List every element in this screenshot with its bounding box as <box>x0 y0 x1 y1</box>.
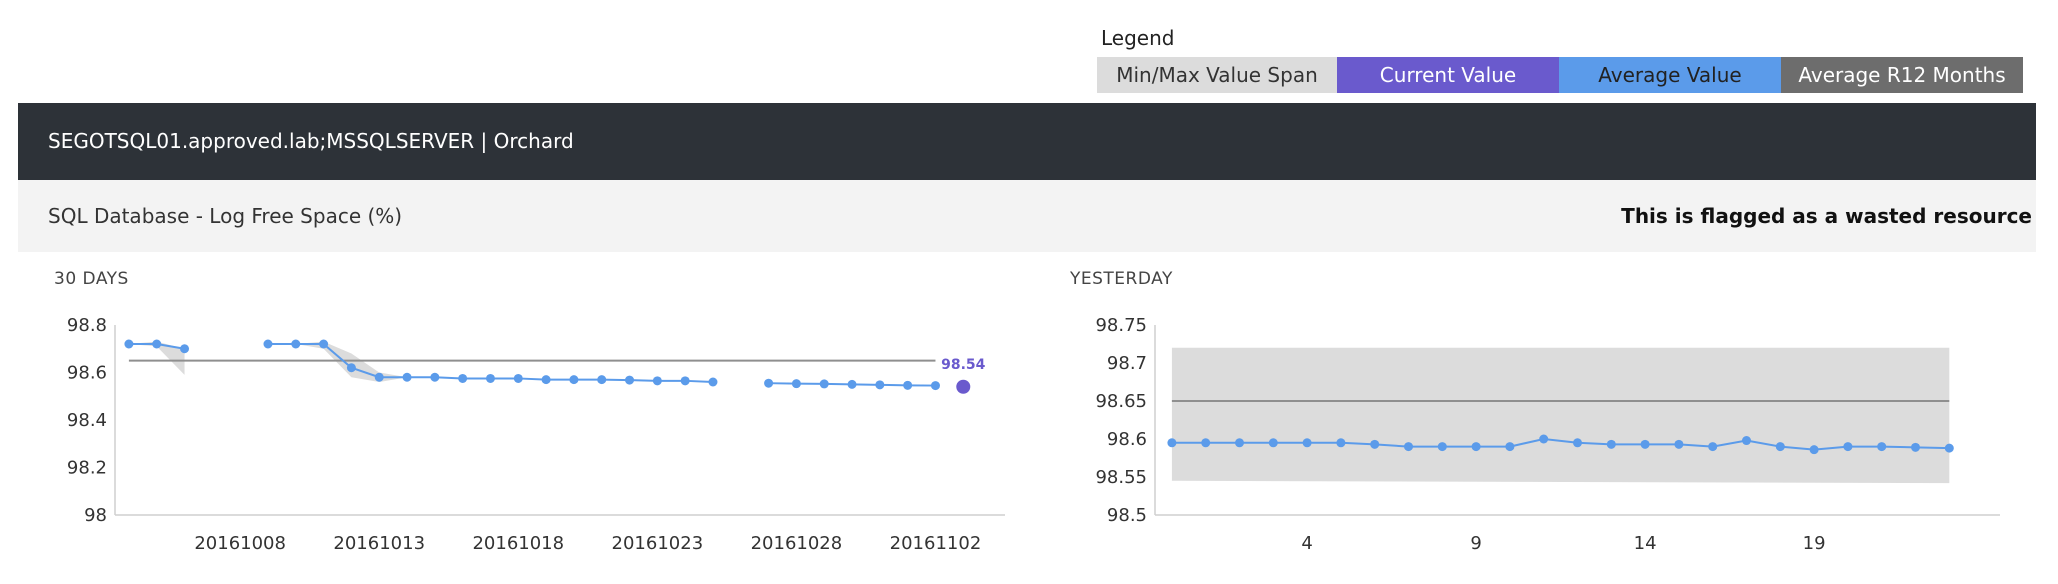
average-data-point <box>1539 434 1549 444</box>
current-value-point <box>956 379 971 394</box>
average-data-point <box>1235 438 1244 448</box>
average-data-point <box>485 373 495 383</box>
average-data-point <box>930 381 940 391</box>
legend-item-average-value: Average Value <box>1559 57 1781 93</box>
average-data-point <box>152 339 162 349</box>
average-data-point <box>1640 439 1650 449</box>
average-data-point <box>1775 442 1785 452</box>
x-tick-label: 20161028 <box>751 533 843 554</box>
y-tick-label: 98 <box>84 505 107 526</box>
average-data-point <box>625 375 635 385</box>
average-data-point <box>319 339 329 349</box>
x-tick-label: 20161008 <box>194 533 286 554</box>
legend-item-min-max-span: Min/Max Value Span <box>1097 57 1337 93</box>
server-header: SEGOTSQL01.approved.lab;MSSQLSERVER | Or… <box>18 103 2036 180</box>
y-tick-label: 98.4 <box>67 410 107 431</box>
average-data-point <box>430 372 440 382</box>
average-data-point <box>1742 436 1751 446</box>
y-tick-label: 98.6 <box>1107 429 1147 450</box>
x-tick-label: 19 <box>1803 533 1826 554</box>
metric-header: SQL Database - Log Free Space (%) This i… <box>18 180 2036 252</box>
legend-item-average-r12-months: Average R12 Months <box>1781 57 2023 93</box>
average-data-point <box>1809 445 1819 455</box>
y-tick-label: 98.6 <box>67 363 107 384</box>
average-data-point <box>903 380 913 390</box>
min-max-span-band <box>1171 347 1950 484</box>
current-value-label: 98.54 <box>941 357 986 373</box>
average-data-point <box>1877 442 1887 452</box>
x-tick-label: 4 <box>1301 533 1312 554</box>
average-data-point <box>569 375 579 385</box>
average-data-point <box>1370 439 1380 449</box>
y-tick-label: 98.5 <box>1107 505 1147 526</box>
y-tick-label: 98.55 <box>1095 467 1147 488</box>
average-data-point <box>652 376 662 386</box>
average-data-point <box>1606 439 1616 449</box>
average-data-point <box>1437 442 1447 452</box>
average-data-point <box>1167 438 1177 448</box>
x-tick-label: 20161023 <box>612 533 704 554</box>
average-data-point <box>263 339 273 349</box>
average-data-point <box>402 372 412 382</box>
chart-30-days: 98 98.2 98.4 98.6 98.8 20161008 20161013 201610… <box>67 315 1005 554</box>
average-data-point <box>1302 438 1312 448</box>
chart-yesterday: 98.5 98.55 98.6 98.65 98.7 98.75 4 9 14 19 <box>1095 315 2000 554</box>
wasted-resource-flag: This is flagged as a wasted resource <box>1621 204 2032 228</box>
x-tick-label: 9 <box>1470 533 1481 554</box>
legend-title: Legend <box>1101 26 1175 50</box>
x-tick-label: 20161018 <box>472 533 564 554</box>
average-data-point <box>1573 438 1582 448</box>
average-data-point <box>1201 438 1211 448</box>
min-max-span-band <box>267 341 408 382</box>
y-tick-label: 98.75 <box>1095 315 1147 336</box>
average-data-point <box>875 380 885 390</box>
average-data-point <box>1471 442 1481 452</box>
average-data-point <box>597 375 607 385</box>
average-data-point <box>291 339 301 349</box>
average-data-point <box>541 375 551 385</box>
period-label-yesterday: YESTERDAY <box>1070 269 1173 289</box>
x-tick-label: 14 <box>1634 533 1657 554</box>
legend: Min/Max Value Span Current Value Average… <box>1097 57 2023 93</box>
average-data-point <box>1674 439 1684 449</box>
average-data-point <box>764 378 774 388</box>
average-data-point <box>791 379 801 389</box>
metric-name: SQL Database - Log Free Space (%) <box>48 204 403 228</box>
average-data-point <box>513 373 523 383</box>
y-tick-label: 98.2 <box>67 458 107 479</box>
average-data-point <box>458 373 468 383</box>
average-data-point <box>847 379 857 389</box>
legend-item-current-value: Current Value <box>1337 57 1559 93</box>
average-data-point <box>1708 442 1718 452</box>
average-data-point <box>346 363 356 373</box>
average-data-point <box>1404 442 1413 452</box>
average-data-point <box>180 344 190 354</box>
y-tick-label: 98.8 <box>67 315 107 336</box>
average-data-point <box>819 379 829 389</box>
average-data-point <box>1944 443 1954 453</box>
average-data-point <box>1336 438 1346 448</box>
average-data-point <box>1911 442 1920 452</box>
average-data-point <box>1268 438 1278 448</box>
server-title: SEGOTSQL01.approved.lab;MSSQLSERVER | Or… <box>48 129 574 153</box>
average-data-point <box>124 339 134 349</box>
average-data-point <box>1843 442 1853 452</box>
x-tick-label: 20161102 <box>890 533 982 554</box>
average-data-point <box>680 376 690 386</box>
average-data-point <box>708 377 718 387</box>
average-data-point <box>374 372 384 382</box>
y-tick-label: 98.65 <box>1095 391 1147 412</box>
period-label-30-days: 30 DAYS <box>54 269 129 289</box>
y-tick-label: 98.7 <box>1107 353 1147 374</box>
x-tick-label: 20161013 <box>333 533 425 554</box>
average-data-point <box>1505 442 1515 452</box>
